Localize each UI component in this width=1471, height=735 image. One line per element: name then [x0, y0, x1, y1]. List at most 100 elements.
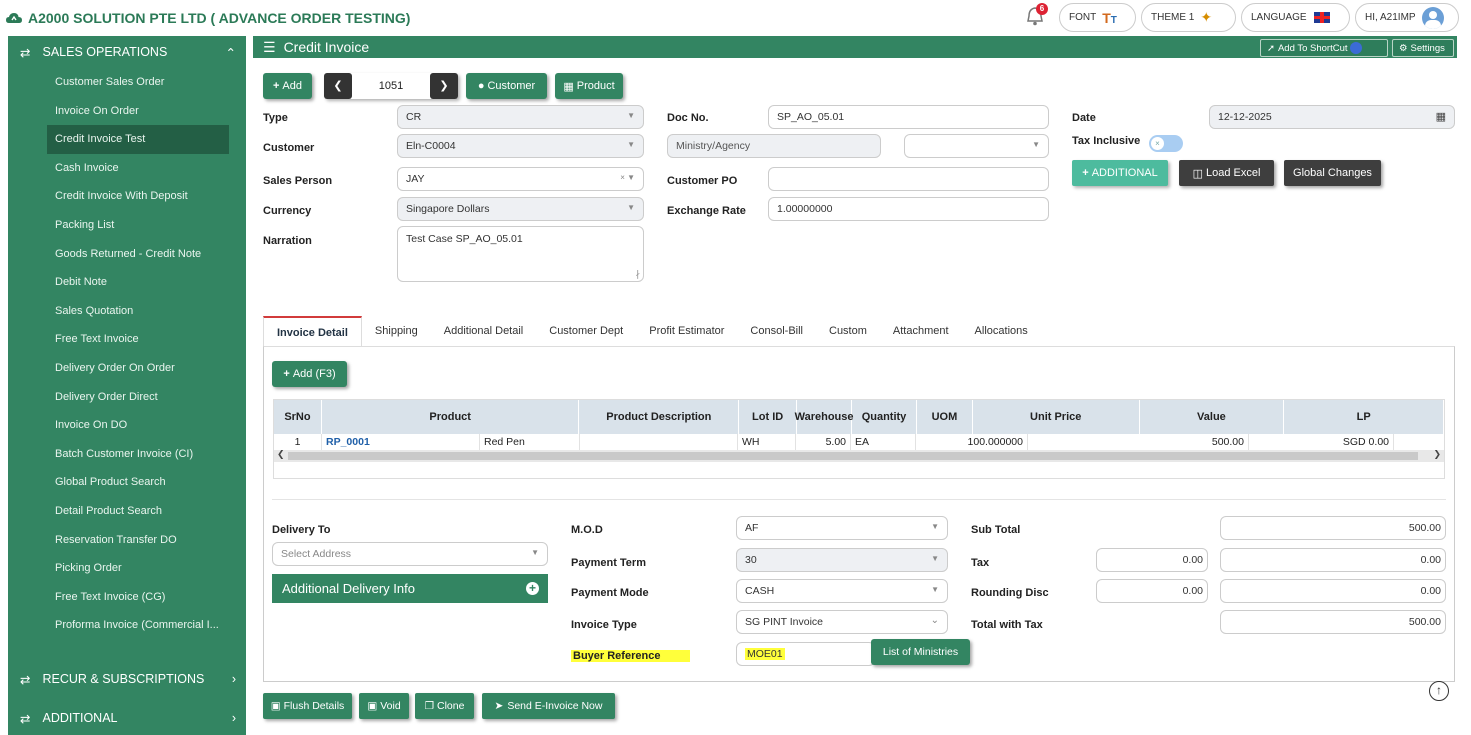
invtype-select[interactable]: SG PINT Invoice ⌄	[736, 610, 948, 634]
table-cell-uom[interactable]: EA	[851, 434, 916, 450]
column-header[interactable]: SrNo	[274, 400, 322, 434]
sidebar-item[interactable]: Proforma Invoice (Commercial I...	[8, 611, 246, 640]
table-row[interactable]: 1 RP_0001 Red Pen WH 5.00 EA 100.000000 500.00 S…	[274, 434, 1444, 450]
sidebar-item[interactable]: Invoice On DO	[8, 411, 246, 440]
column-header[interactable]: Warehouse	[795, 400, 854, 434]
table-cell-price[interactable]: 100.000000	[916, 434, 1028, 450]
tab-item[interactable]: Additional Detail	[431, 316, 537, 346]
notification-bell[interactable]: 6	[1026, 3, 1048, 27]
tab-item[interactable]: Profit Estimator	[636, 316, 737, 346]
table-cell-wh[interactable]: WH	[738, 434, 796, 450]
sidebar-item[interactable]: Picking Order	[8, 554, 246, 583]
additional-button[interactable]: + ADDITIONAL	[1072, 160, 1168, 186]
add-to-shortcut-button[interactable]: ➚ Add To ShortCut	[1260, 39, 1388, 57]
table-cell-lp[interactable]: SGD 0.00	[1249, 434, 1394, 450]
load-excel-button[interactable]: ◫ Load Excel	[1179, 160, 1274, 186]
tab-item[interactable]: Attachment	[880, 316, 962, 346]
doc-number[interactable]: 1051	[352, 73, 430, 99]
horizontal-scrollbar[interactable]: ❮ ❯	[274, 449, 1444, 462]
global-changes-button[interactable]: Global Changes	[1284, 160, 1381, 186]
column-header[interactable]: Product	[322, 400, 580, 434]
sidebar-item[interactable]: Free Text Invoice (CG)	[8, 583, 246, 612]
calendar-icon[interactable]: ▦	[1436, 110, 1446, 123]
customer-button[interactable]: ● Customer	[466, 73, 547, 99]
prev-button[interactable]: ❮	[324, 73, 352, 99]
sidebar-item[interactable]: Delivery Order Direct	[8, 383, 246, 412]
sidebar-item[interactable]: Sales Quotation	[8, 297, 246, 326]
add-line-button[interactable]: + Add (F3)	[272, 361, 347, 387]
narration-textarea[interactable]: Test Case SP_AO_05.01 ∤	[397, 226, 644, 282]
clone-button[interactable]: ❐ Clone	[415, 693, 474, 719]
tab-item[interactable]: Custom	[816, 316, 880, 346]
sidebar-item[interactable]: Free Text Invoice	[8, 325, 246, 354]
sidebar-item[interactable]: Packing List	[8, 211, 246, 240]
tab-item[interactable]: Invoice Detail	[263, 316, 362, 346]
sidebar-item[interactable]: Debit Note	[8, 268, 246, 297]
product-button[interactable]: ▦ Product	[555, 73, 623, 99]
column-header[interactable]: Lot ID	[739, 400, 798, 434]
delivery-address-select[interactable]: Select Address ▼	[272, 542, 548, 566]
sidebar-section-recur[interactable]: ⇄ RECUR & SUBSCRIPTIONS ›	[8, 663, 246, 695]
docno-input[interactable]: SP_AO_05.01	[768, 105, 1049, 129]
ministry-input[interactable]: Ministry/Agency	[667, 134, 881, 158]
custpo-input[interactable]	[768, 167, 1049, 191]
send-einvoice-button[interactable]: ➤ Send E-Invoice Now	[482, 693, 615, 719]
table-cell-srno[interactable]: 1	[274, 434, 322, 450]
sidebar-item[interactable]: Delivery Order On Order	[8, 354, 246, 383]
sidebar-section-sales-operations[interactable]: ⇄ SALES OPERATIONS ⌃	[8, 36, 246, 68]
tab-item[interactable]: Allocations	[962, 316, 1041, 346]
theme-button[interactable]: THEME 1 ✦	[1141, 3, 1236, 32]
tax-rate-input[interactable]: 0.00	[1096, 548, 1208, 572]
rounding-input[interactable]: 0.00	[1096, 579, 1208, 603]
currency-select[interactable]: Singapore Dollars ▼	[397, 197, 644, 221]
column-header[interactable]: Unit Price	[973, 400, 1140, 434]
sidebar-item[interactable]: Global Product Search	[8, 468, 246, 497]
exrate-input[interactable]: 1.00000000	[768, 197, 1049, 221]
scroll-right-icon[interactable]: ❯	[1433, 449, 1441, 460]
sidebar-item[interactable]: Credit Invoice Test	[47, 125, 229, 154]
font-button[interactable]: FONT TT	[1059, 3, 1136, 32]
sidebar-item[interactable]: Reservation Transfer DO	[8, 526, 246, 555]
salesperson-select[interactable]: JAY × ▼	[397, 167, 644, 191]
buyer-ref-input[interactable]: MOE01	[736, 642, 875, 666]
sidebar-item[interactable]: Invoice On Order	[8, 97, 246, 126]
sidebar-section-additional[interactable]: ⇄ ADDITIONAL ›	[8, 702, 246, 734]
sidebar-item[interactable]: Credit Invoice With Deposit	[8, 182, 246, 211]
customer-select[interactable]: Eln-C0004 ▼	[397, 134, 644, 158]
tab-item[interactable]: Shipping	[362, 316, 431, 346]
sidebar-item[interactable]: Batch Customer Invoice (CI)	[8, 440, 246, 469]
sidebar-item[interactable]: Goods Returned - Credit Note	[8, 240, 246, 269]
tab-item[interactable]: Consol-Bill	[737, 316, 816, 346]
tax-inclusive-toggle[interactable]: ×	[1149, 135, 1183, 152]
payterm-select[interactable]: 30 ▼	[736, 548, 948, 572]
menu-icon[interactable]: ☰	[263, 39, 276, 56]
type-select[interactable]: CR ▼	[397, 105, 644, 129]
additional-delivery-info[interactable]: Additional Delivery Info +	[272, 574, 548, 603]
table-cell-product[interactable]: RP_0001	[322, 434, 480, 450]
table-cell-value[interactable]: 500.00	[1028, 434, 1249, 450]
scroll-thumb[interactable]	[288, 452, 1418, 460]
language-button[interactable]: LANGUAGE	[1241, 3, 1350, 32]
table-cell-lot[interactable]	[580, 434, 738, 450]
settings-button[interactable]: ⚙ Settings	[1392, 39, 1454, 57]
date-input[interactable]: 12-12-2025 ▦	[1209, 105, 1455, 129]
column-header[interactable]: LP	[1284, 400, 1445, 434]
tab-item[interactable]: Customer Dept	[536, 316, 636, 346]
table-cell-qty[interactable]: 5.00	[796, 434, 851, 450]
void-button[interactable]: ▣ Void	[359, 693, 409, 719]
add-button[interactable]: + Add	[263, 73, 312, 99]
flush-details-button[interactable]: ▣ Flush Details	[263, 693, 352, 719]
mod-select[interactable]: AF ▼	[736, 516, 948, 540]
column-header[interactable]: Quantity	[852, 400, 917, 434]
sidebar-item[interactable]: Detail Product Search	[8, 497, 246, 526]
next-button[interactable]: ❯	[430, 73, 458, 99]
sidebar-item[interactable]: Cash Invoice	[8, 154, 246, 183]
column-header[interactable]: Value	[1140, 400, 1285, 434]
scroll-top-icon[interactable]: ↑	[1429, 681, 1449, 701]
paymode-select[interactable]: CASH ▼	[736, 579, 948, 603]
column-header[interactable]: UOM	[917, 400, 973, 434]
table-cell-desc[interactable]: Red Pen	[480, 434, 580, 450]
ministry-select[interactable]: ▼	[904, 134, 1049, 158]
column-header[interactable]: Product Description	[579, 400, 740, 434]
list-of-ministries-button[interactable]: List of Ministries	[871, 639, 970, 665]
